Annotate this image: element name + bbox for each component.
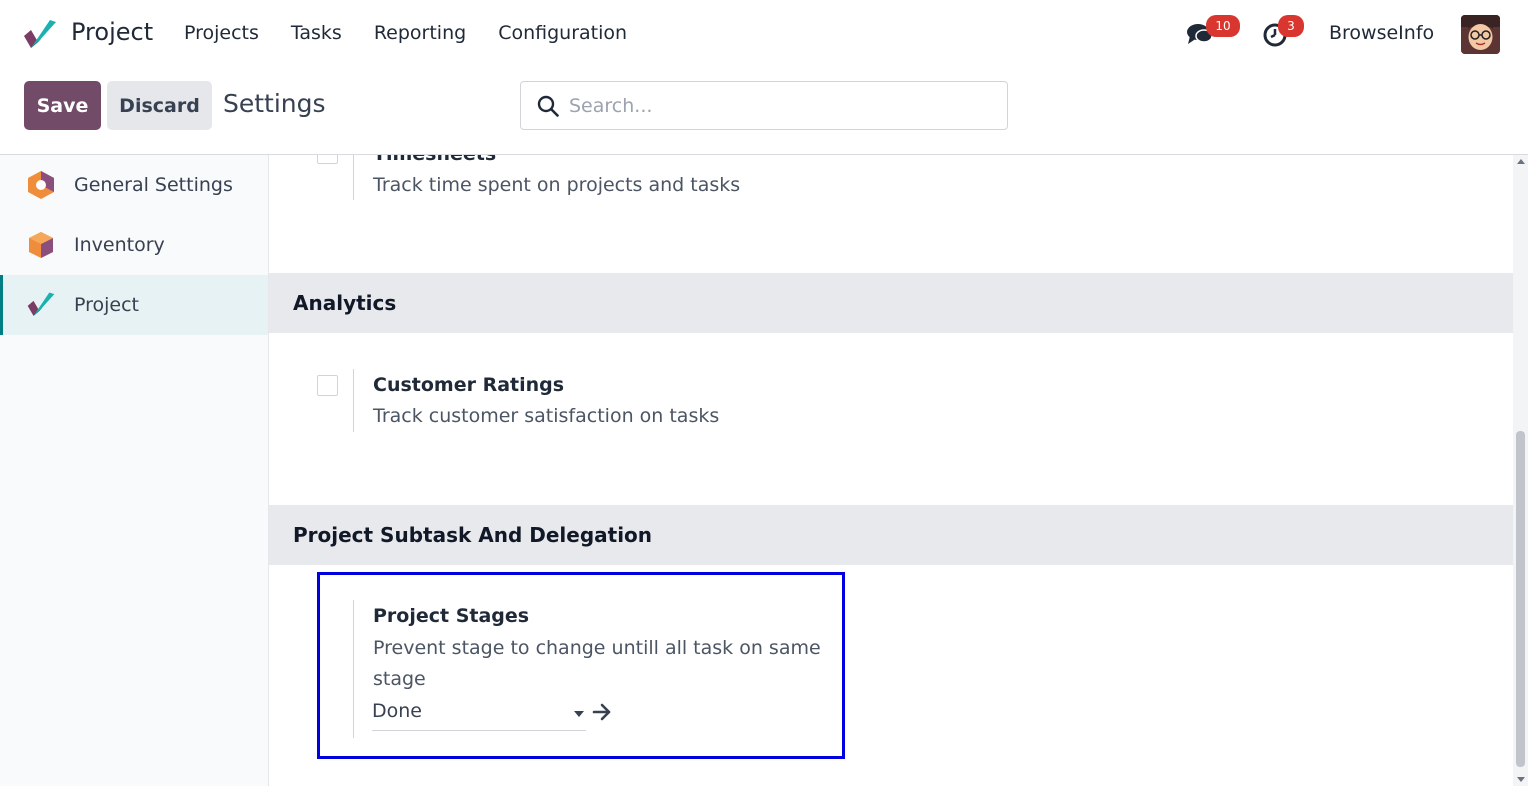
project-icon xyxy=(27,292,55,316)
customer-ratings-description: Track customer satisfaction on tasks xyxy=(373,405,720,427)
search-icon xyxy=(537,95,559,117)
caret-down-icon xyxy=(574,711,584,717)
timesheets-checkbox[interactable] xyxy=(317,155,338,164)
project-stages-title: Project Stages xyxy=(373,605,530,627)
settings-sidebar: General Settings Inventory Project xyxy=(0,155,269,786)
menu-tasks[interactable]: Tasks xyxy=(291,22,342,44)
analytics-section-header: Analytics xyxy=(269,273,1513,333)
customer-ratings-title: Customer Ratings xyxy=(373,374,565,396)
sidebar-item-project[interactable]: Project xyxy=(0,275,268,335)
app-name[interactable]: Project xyxy=(71,18,153,46)
menu-reporting[interactable]: Reporting xyxy=(374,22,466,44)
menu-projects[interactable]: Projects xyxy=(184,22,259,44)
arrow-right-icon[interactable] xyxy=(592,703,612,721)
settings-content: Timesheets Track time spent on projects … xyxy=(269,155,1513,786)
page-title: Settings xyxy=(223,89,326,118)
stage-select-value: Done xyxy=(372,700,422,722)
company-switcher[interactable]: BrowseInfo xyxy=(1329,22,1434,44)
user-avatar[interactable] xyxy=(1461,15,1500,54)
sidebar-item-inventory[interactable]: Inventory xyxy=(0,215,268,275)
search-bar[interactable] xyxy=(520,81,1008,130)
discard-button[interactable]: Discard xyxy=(107,81,212,130)
general-settings-icon xyxy=(28,171,54,199)
search-input[interactable] xyxy=(569,92,989,120)
inventory-icon xyxy=(29,232,53,258)
sidebar-item-general-settings[interactable]: General Settings xyxy=(0,155,268,215)
sidebar-item-label: General Settings xyxy=(74,174,233,196)
top-navbar: Project Projects Tasks Reporting Configu… xyxy=(0,0,1528,68)
scroll-up-arrow-icon[interactable] xyxy=(1517,159,1525,164)
customer-ratings-checkbox[interactable] xyxy=(317,375,338,396)
scroll-thumb[interactable] xyxy=(1516,431,1525,767)
subtask-delegation-section-header: Project Subtask And Delegation xyxy=(269,505,1513,565)
setting-divider xyxy=(353,369,354,432)
project-stages-description: Prevent stage to change untill all task … xyxy=(373,637,821,690)
activities-count-badge: 3 xyxy=(1278,15,1304,37)
menu-configuration[interactable]: Configuration xyxy=(498,22,627,44)
content-scrollbar[interactable] xyxy=(1513,155,1528,786)
main-menu: Projects Tasks Reporting Configuration xyxy=(184,22,659,44)
save-button[interactable]: Save xyxy=(24,81,101,130)
project-app-logo-icon[interactable] xyxy=(22,20,58,50)
sidebar-item-label: Inventory xyxy=(74,234,165,256)
messages-count-badge: 10 xyxy=(1206,15,1240,37)
timesheets-title: Timesheets xyxy=(373,155,496,165)
scroll-down-arrow-icon[interactable] xyxy=(1517,777,1525,782)
setting-divider xyxy=(353,155,354,200)
setting-divider xyxy=(353,600,354,738)
timesheets-description: Track time spent on projects and tasks xyxy=(373,174,741,196)
sidebar-item-label: Project xyxy=(74,294,140,316)
stage-select[interactable]: Done xyxy=(372,698,586,731)
